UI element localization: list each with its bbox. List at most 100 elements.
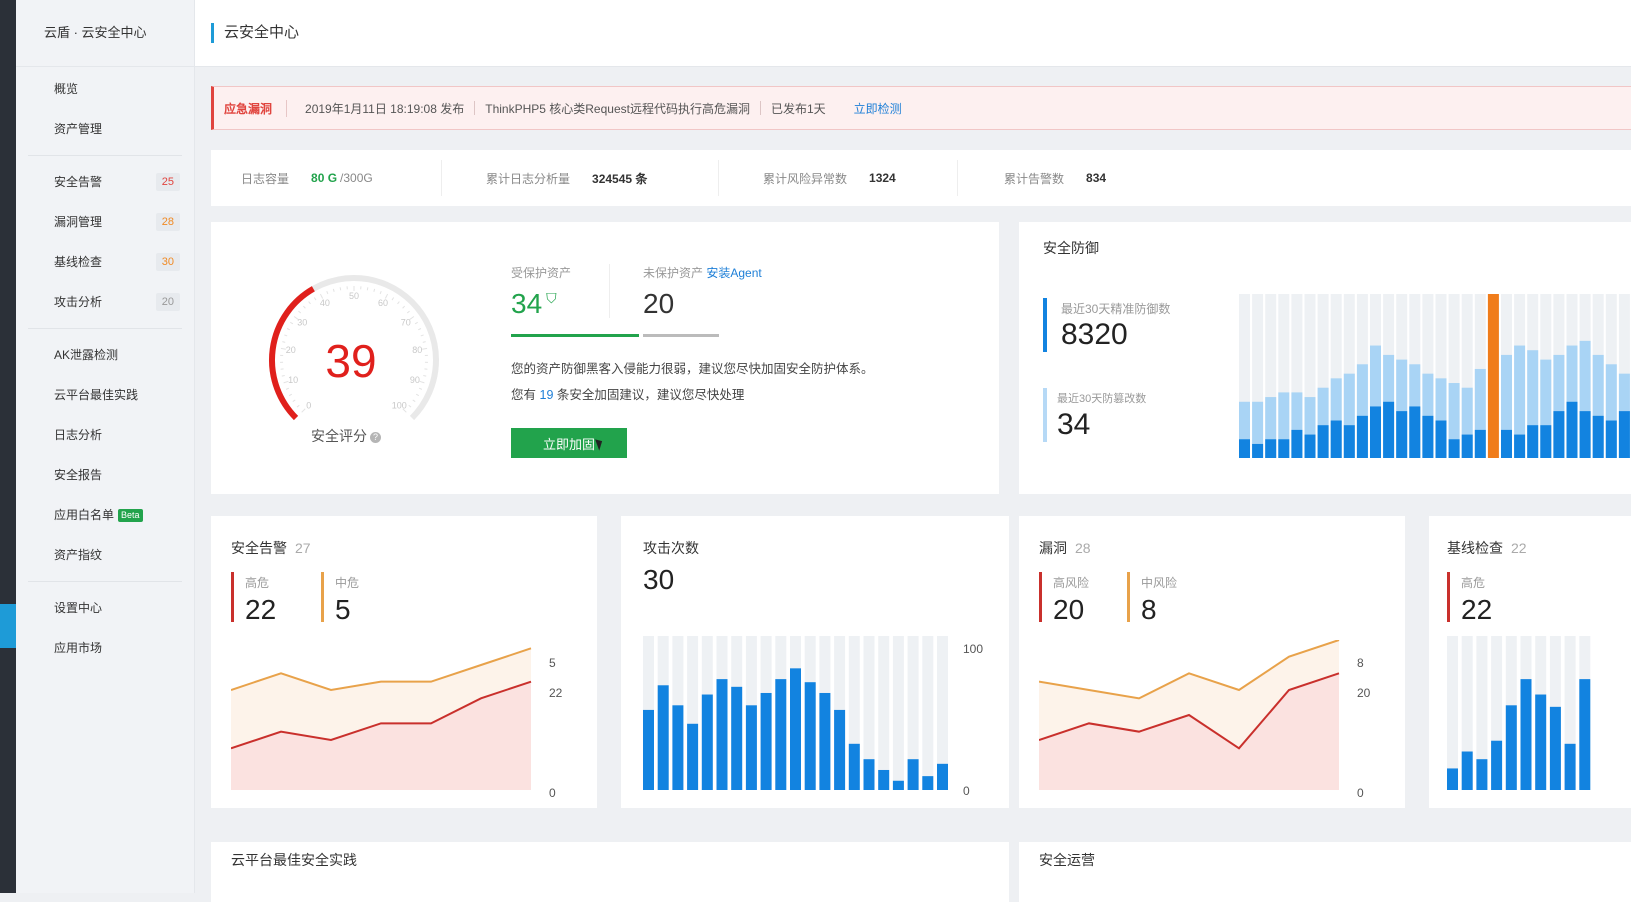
gauge-tick-label: 30 — [297, 317, 307, 327]
sidebar-item-label: 日志分析 — [54, 428, 102, 442]
sidebar-item-whitelist[interactable]: 应用白名单Beta — [16, 495, 194, 535]
tamper-indicator — [1043, 388, 1047, 442]
security-defense-card: 安全防御 最近30天精准防御数 8320 最近30天防篡改数 34 — [1019, 222, 1631, 494]
gauge-tick — [374, 289, 375, 292]
security-score-card: 0102030405060708090100 39 安全评分? 受保护资产 34… — [211, 222, 999, 494]
mid-value: 5 — [335, 594, 351, 626]
suggestion-count[interactable]: 19 — [540, 388, 554, 402]
bar-bg — [878, 636, 889, 790]
high-label: 高危 — [245, 574, 269, 591]
high-risk-value: 20 — [1053, 594, 1084, 626]
sidebar-item-ak-leak[interactable]: AK泄露检测 — [16, 335, 194, 375]
sidebar-divider — [28, 575, 182, 582]
gauge-tick — [398, 302, 400, 304]
sidebar-item-attack[interactable]: 攻击分析 20 — [16, 282, 194, 322]
sidebar-item-fingerprint[interactable]: 资产指纹 — [16, 535, 194, 575]
axis-label: 0 — [549, 786, 556, 800]
tamper-label: 最近30天防篡改数 — [1057, 390, 1146, 406]
sidebar-item-label: 应用白名单 — [54, 508, 114, 522]
score-label-text: 安全评分 — [311, 428, 367, 444]
baseline-high-label: 高危 — [1461, 574, 1485, 591]
sidebar-item-label: 资产管理 — [54, 122, 102, 136]
sidebar-item-market[interactable]: 应用市场 — [16, 628, 194, 668]
defense-bar-precise — [1436, 421, 1447, 458]
bar — [864, 759, 875, 790]
defense-bar-precise — [1357, 416, 1368, 458]
question-icon[interactable]: ? — [370, 432, 381, 443]
harden-now-button[interactable]: 立即加固 — [511, 428, 627, 458]
attack-count-badge: 20 — [156, 293, 180, 311]
gauge-tick — [309, 302, 311, 304]
alert-time: 2019年1月11日 18:19:08 发布 — [287, 100, 474, 117]
alarm-line-chart — [231, 640, 541, 800]
shield-check-icon: ⛉ — [546, 290, 557, 306]
vuln-count-badge: 28 — [156, 213, 180, 231]
gauge-tick — [413, 400, 415, 402]
gauge-tick — [415, 322, 418, 324]
sidebar-item-assets[interactable]: 资产管理 — [16, 109, 194, 149]
gauge-tick — [423, 375, 426, 376]
gauge-tick — [420, 381, 425, 383]
gauge-tick — [298, 311, 300, 313]
best-practice-card: 云平台最佳安全实践 — [211, 842, 1009, 902]
gauge-tick-label: 100 — [392, 400, 407, 410]
protected-count: 34 — [511, 288, 542, 319]
page-title: 云安全中心 — [211, 23, 299, 43]
defense-bar-precise — [1593, 416, 1604, 458]
defense-bar-precise — [1331, 421, 1342, 458]
mid-risk-label: 中风险 — [1141, 574, 1177, 591]
defense-bar-precise — [1396, 411, 1407, 458]
install-agent-link[interactable]: 安装Agent — [706, 266, 761, 280]
unprotected-value: 20 — [643, 288, 674, 320]
sidebar-item-label: 攻击分析 — [54, 295, 102, 309]
sidebar-item-alarms[interactable]: 安全告警25 — [16, 162, 194, 202]
sidebar-item-settings[interactable]: 设置中心 — [16, 588, 194, 628]
attack-bar-chart — [643, 636, 955, 796]
sidebar-item-report[interactable]: 安全报告 — [16, 455, 194, 495]
alarm-card-title: 安全告警27 — [231, 538, 311, 558]
bar — [746, 705, 757, 790]
bar — [1579, 679, 1590, 790]
sidebar-item-vulns[interactable]: 漏洞管理28 — [16, 202, 194, 242]
attack-value: 30 — [643, 564, 674, 596]
sidebar-item-baseline[interactable]: 基线检查30 — [16, 242, 194, 282]
stat-label: 累计日志分析量 — [486, 170, 570, 187]
bar — [717, 679, 728, 790]
sidebar-item-overview[interactable]: 概览 — [16, 69, 194, 109]
top-bar: 云安全中心 — [195, 0, 1631, 67]
defense-bar-precise — [1409, 406, 1420, 458]
stat-label: 日志容量 — [241, 170, 289, 187]
detect-now-link[interactable]: 立即检测 — [836, 100, 902, 117]
gauge-tick-label: 40 — [320, 298, 330, 308]
axis-label: 8 — [1357, 656, 1364, 670]
score-desc-1: 您的资产防御黑客入侵能力很弱，建议您尽快加固安全防护体系。 — [511, 358, 874, 377]
operations-card: 安全运营 — [1019, 842, 1631, 902]
bar — [1476, 759, 1487, 790]
baseline-card-title: 基线检查22 — [1447, 538, 1527, 558]
sidebar-item-best-practice[interactable]: 云平台最佳实践 — [16, 375, 194, 415]
stat-value: 834 — [1086, 171, 1106, 185]
gauge-tick — [303, 306, 305, 308]
sidebar-item-label: 资产指纹 — [54, 548, 102, 562]
vuln-title-text: 漏洞 — [1039, 540, 1067, 556]
bar — [1491, 741, 1502, 790]
bar — [819, 693, 830, 790]
bar — [702, 695, 713, 790]
score-desc-2: 您有 19 条安全加固建议，建议您尽快处理 — [511, 384, 744, 403]
defense-bar-precise — [1462, 435, 1473, 458]
desc2-pre: 您有 — [511, 388, 536, 402]
attack-card-title: 攻击次数 — [643, 538, 699, 558]
score-label: 安全评分? — [311, 426, 381, 446]
defense-bar-precise — [1580, 411, 1591, 458]
axis-label: 5 — [549, 656, 556, 670]
baseline-count-badge: 30 — [156, 253, 180, 271]
bar — [672, 705, 683, 790]
high-risk-label: 高风险 — [1053, 574, 1089, 591]
gauge-tick-label: 50 — [349, 291, 359, 301]
gauge-tick — [403, 306, 405, 308]
axis-label: 0 — [1357, 786, 1364, 800]
unprotected-label: 未保护资产 安装Agent — [643, 264, 762, 281]
sidebar-item-log-analysis[interactable]: 日志分析 — [16, 415, 194, 455]
stat-log-capacity: 日志容量 80 G /300G — [211, 160, 442, 196]
sidebar-menu: 概览 资产管理 安全告警25 漏洞管理28 基线检查30 攻击分析 20 AK泄露… — [16, 69, 194, 668]
